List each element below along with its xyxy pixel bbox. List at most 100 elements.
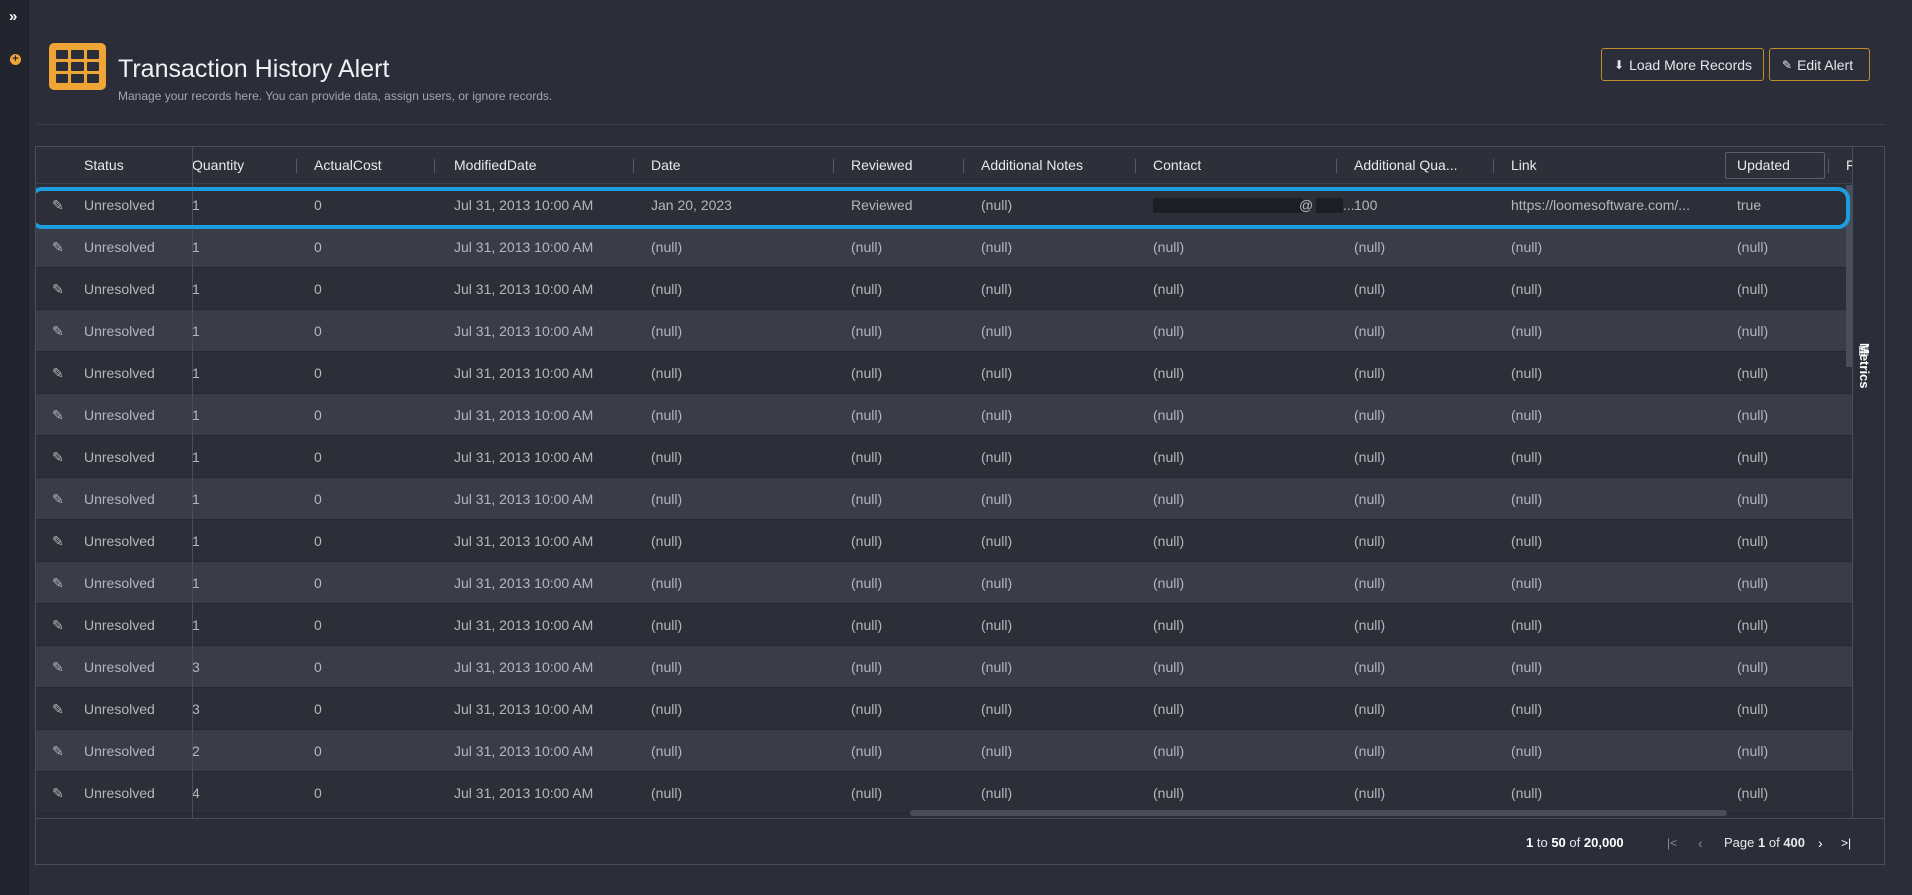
table-row[interactable]: ✎ Unresolved 1 0 Jul 31, 2013 10:00 AM (null)… bbox=[36, 520, 1852, 562]
last-page-icon[interactable]: >| bbox=[1841, 819, 1851, 864]
expand-sidebar-icon[interactable]: » bbox=[9, 9, 18, 24]
pencil-edit-icon[interactable]: ✎ bbox=[52, 659, 68, 675]
table-row[interactable]: ✎ Unresolved 1 0 Jul 31, 2013 10:00 AM (null)… bbox=[36, 478, 1852, 520]
page-subtitle: Manage your records here. You can provid… bbox=[118, 89, 553, 103]
metrics-tab-label[interactable]: Metrics bbox=[1857, 343, 1872, 389]
pencil-edit-icon[interactable]: ✎ bbox=[52, 785, 68, 801]
status-cell: Unresolved bbox=[84, 281, 155, 297]
redacted-contact-domain bbox=[1316, 198, 1343, 213]
column-header-modifieddate[interactable]: ModifiedDate bbox=[454, 147, 537, 184]
pencil-edit-icon[interactable]: ✎ bbox=[52, 743, 68, 759]
reviewed-cell: (null) bbox=[851, 281, 883, 297]
horizontal-scrollbar[interactable] bbox=[910, 810, 1727, 816]
column-header-link[interactable]: Link bbox=[1511, 147, 1537, 184]
modified-date-cell: Jul 31, 2013 10:00 AM bbox=[454, 701, 594, 717]
pencil-edit-icon[interactable]: ✎ bbox=[52, 533, 68, 549]
link-cell: (null) bbox=[1511, 785, 1543, 801]
date-cell: (null) bbox=[651, 491, 683, 507]
pencil-edit-icon[interactable]: ✎ bbox=[52, 449, 68, 465]
column-resize-handle[interactable] bbox=[1828, 159, 1829, 173]
table-row[interactable]: ✎ Unresolved 1 0 Jul 31, 2013 10:00 AM (null)… bbox=[36, 604, 1852, 646]
contact-cell: (null) bbox=[1153, 239, 1185, 255]
quantity-cell: 1 bbox=[192, 239, 200, 255]
column-header-additional-notes[interactable]: Additional Notes bbox=[981, 147, 1083, 184]
status-cell: Unresolved bbox=[84, 659, 155, 675]
reviewed-cell: (null) bbox=[851, 743, 883, 759]
column-header-quantity[interactable]: Quantity bbox=[192, 147, 244, 184]
date-cell: (null) bbox=[651, 659, 683, 675]
reviewed-cell: (null) bbox=[851, 491, 883, 507]
column-resize-handle[interactable] bbox=[1135, 159, 1136, 173]
pencil-edit-icon[interactable]: ✎ bbox=[52, 575, 68, 591]
table-row[interactable]: ✎ Unresolved 2 0 Jul 31, 2013 10:00 AM (null)… bbox=[36, 730, 1852, 772]
pencil-edit-icon[interactable]: ✎ bbox=[52, 701, 68, 717]
pencil-edit-icon[interactable]: ✎ bbox=[52, 617, 68, 633]
page-indicator: Page 1 of 400 bbox=[1724, 819, 1805, 864]
modified-date-cell: Jul 31, 2013 10:00 AM bbox=[454, 575, 594, 591]
load-more-records-button[interactable]: ⬇ Load More Records bbox=[1601, 48, 1764, 81]
contact-cell: (null) bbox=[1153, 281, 1185, 297]
column-header-status[interactable]: Status bbox=[84, 147, 124, 184]
previous-page-icon[interactable]: ‹ bbox=[1698, 819, 1703, 864]
table-row[interactable]: ✎ Unresolved 4 0 Jul 31, 2013 10:00 AM (null)… bbox=[36, 772, 1852, 814]
pencil-edit-icon[interactable]: ✎ bbox=[52, 197, 68, 213]
quantity-cell: 1 bbox=[192, 323, 200, 339]
column-header-actualcost[interactable]: ActualCost bbox=[314, 147, 382, 184]
actual-cost-cell: 0 bbox=[314, 281, 322, 297]
contact-cell: (null) bbox=[1153, 659, 1185, 675]
grid-header: Status Quantity ActualCost ModifiedDate … bbox=[36, 147, 1852, 184]
pencil-edit-icon[interactable]: ✎ bbox=[52, 365, 68, 381]
additional-notes-cell: (null) bbox=[981, 239, 1013, 255]
table-row[interactable]: ✎ Unresolved 1 0 Jul 31, 2013 10:00 AM (null)… bbox=[36, 394, 1852, 436]
actual-cost-cell: 0 bbox=[314, 449, 322, 465]
metrics-side-tab[interactable] bbox=[1852, 147, 1884, 818]
column-resize-handle[interactable] bbox=[963, 159, 964, 173]
column-header-contact[interactable]: Contact bbox=[1153, 147, 1201, 184]
next-page-icon[interactable]: › bbox=[1818, 819, 1823, 864]
status-cell: Unresolved bbox=[84, 365, 155, 381]
contact-ellipsis: ... bbox=[1343, 197, 1355, 213]
range-from: 1 bbox=[1526, 835, 1534, 850]
column-header-reviewed[interactable]: Reviewed bbox=[851, 147, 912, 184]
additional-notes-cell: (null) bbox=[981, 575, 1013, 591]
pencil-edit-icon[interactable]: ✎ bbox=[52, 239, 68, 255]
column-header-updated[interactable]: Updated bbox=[1737, 147, 1790, 184]
column-resize-handle[interactable] bbox=[1336, 159, 1337, 173]
pencil-edit-icon[interactable]: ✎ bbox=[52, 281, 68, 297]
pencil-edit-icon[interactable]: ✎ bbox=[52, 407, 68, 423]
column-resize-handle[interactable] bbox=[1493, 159, 1494, 173]
contact-cell: (null) bbox=[1153, 407, 1185, 423]
column-header-additional-quantity[interactable]: Additional Qua... bbox=[1354, 147, 1464, 184]
additional-quantity-cell: 100 bbox=[1354, 197, 1378, 213]
add-icon[interactable]: + bbox=[10, 54, 21, 65]
actual-cost-cell: 0 bbox=[314, 743, 322, 759]
table-row[interactable]: ✎ Unresolved 1 0 Jul 31, 2013 10:00 AM (null)… bbox=[36, 310, 1852, 352]
table-row[interactable]: ✎ Unresolved 1 0 Jul 31, 2013 10:00 AM (null)… bbox=[36, 226, 1852, 268]
table-row[interactable]: ✎ Unresolved 1 0 Jul 31, 2013 10:00 AM (null)… bbox=[36, 268, 1852, 310]
table-row[interactable]: ✎ Unresolved 1 0 Jul 31, 2013 10:00 AM Jan 20… bbox=[36, 184, 1852, 226]
additional-notes-cell: (null) bbox=[981, 407, 1013, 423]
pencil-edit-icon[interactable]: ✎ bbox=[52, 491, 68, 507]
edit-alert-button[interactable]: ✎ Edit Alert bbox=[1769, 48, 1870, 81]
table-row[interactable]: ✎ Unresolved 1 0 Jul 31, 2013 10:00 AM (null)… bbox=[36, 436, 1852, 478]
edit-square-icon: ✎ bbox=[1782, 57, 1793, 72]
column-header-date[interactable]: Date bbox=[651, 147, 681, 184]
reviewed-cell: (null) bbox=[851, 449, 883, 465]
column-resize-handle[interactable] bbox=[434, 159, 435, 173]
table-row[interactable]: ✎ Unresolved 1 0 Jul 31, 2013 10:00 AM (null)… bbox=[36, 562, 1852, 604]
status-cell: Unresolved bbox=[84, 575, 155, 591]
table-row[interactable]: ✎ Unresolved 3 0 Jul 31, 2013 10:00 AM (null)… bbox=[36, 688, 1852, 730]
updated-cell: (null) bbox=[1737, 743, 1769, 759]
pencil-edit-icon[interactable]: ✎ bbox=[52, 323, 68, 339]
table-row[interactable]: ✎ Unresolved 1 0 Jul 31, 2013 10:00 AM (null)… bbox=[36, 352, 1852, 394]
column-resize-handle[interactable] bbox=[296, 159, 297, 173]
quantity-cell: 1 bbox=[192, 365, 200, 381]
table-row[interactable]: ✎ Unresolved 3 0 Jul 31, 2013 10:00 AM (null)… bbox=[36, 646, 1852, 688]
grid-rows: ✎ Unresolved 1 0 Jul 31, 2013 10:00 AM Jan 20… bbox=[36, 184, 1852, 814]
actual-cost-cell: 0 bbox=[314, 617, 322, 633]
link-cell: (null) bbox=[1511, 491, 1543, 507]
column-resize-handle[interactable] bbox=[633, 159, 634, 173]
first-page-icon[interactable]: |< bbox=[1667, 819, 1677, 864]
additional-quantity-cell: (null) bbox=[1354, 323, 1386, 339]
column-resize-handle[interactable] bbox=[833, 159, 834, 173]
